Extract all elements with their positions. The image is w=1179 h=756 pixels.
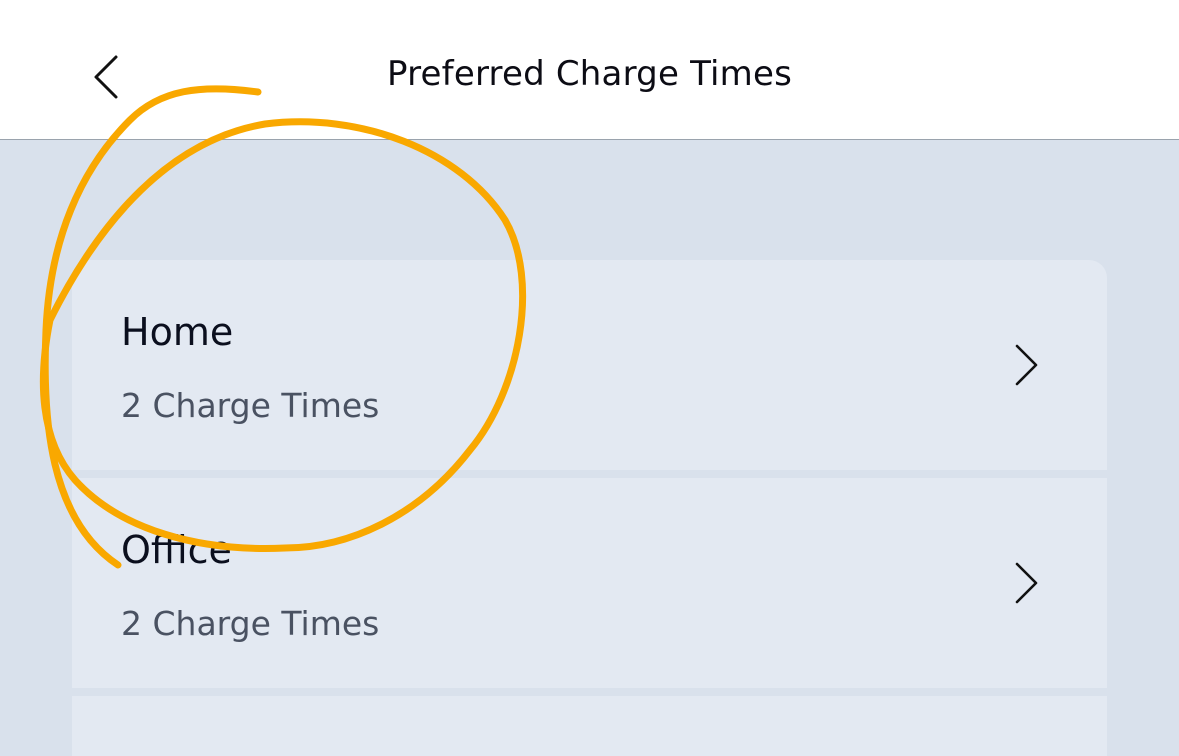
chevron-right-icon (1011, 560, 1041, 606)
chevron-right-icon (1011, 342, 1041, 388)
list-item-home[interactable]: Home 2 Charge Times (72, 260, 1107, 470)
location-list: Home 2 Charge Times Office 2 Charge Time… (0, 141, 1179, 756)
page-title: Preferred Charge Times (387, 54, 792, 94)
location-name: Home (121, 310, 234, 354)
list-item-office[interactable]: Office 2 Charge Times (72, 478, 1107, 688)
location-name: Office (121, 528, 232, 572)
charge-times-count: 2 Charge Times (121, 386, 380, 425)
charge-times-count: 2 Charge Times (121, 604, 380, 643)
header-bar: Preferred Charge Times (0, 0, 1179, 140)
list-item-partial[interactable] (72, 696, 1107, 756)
